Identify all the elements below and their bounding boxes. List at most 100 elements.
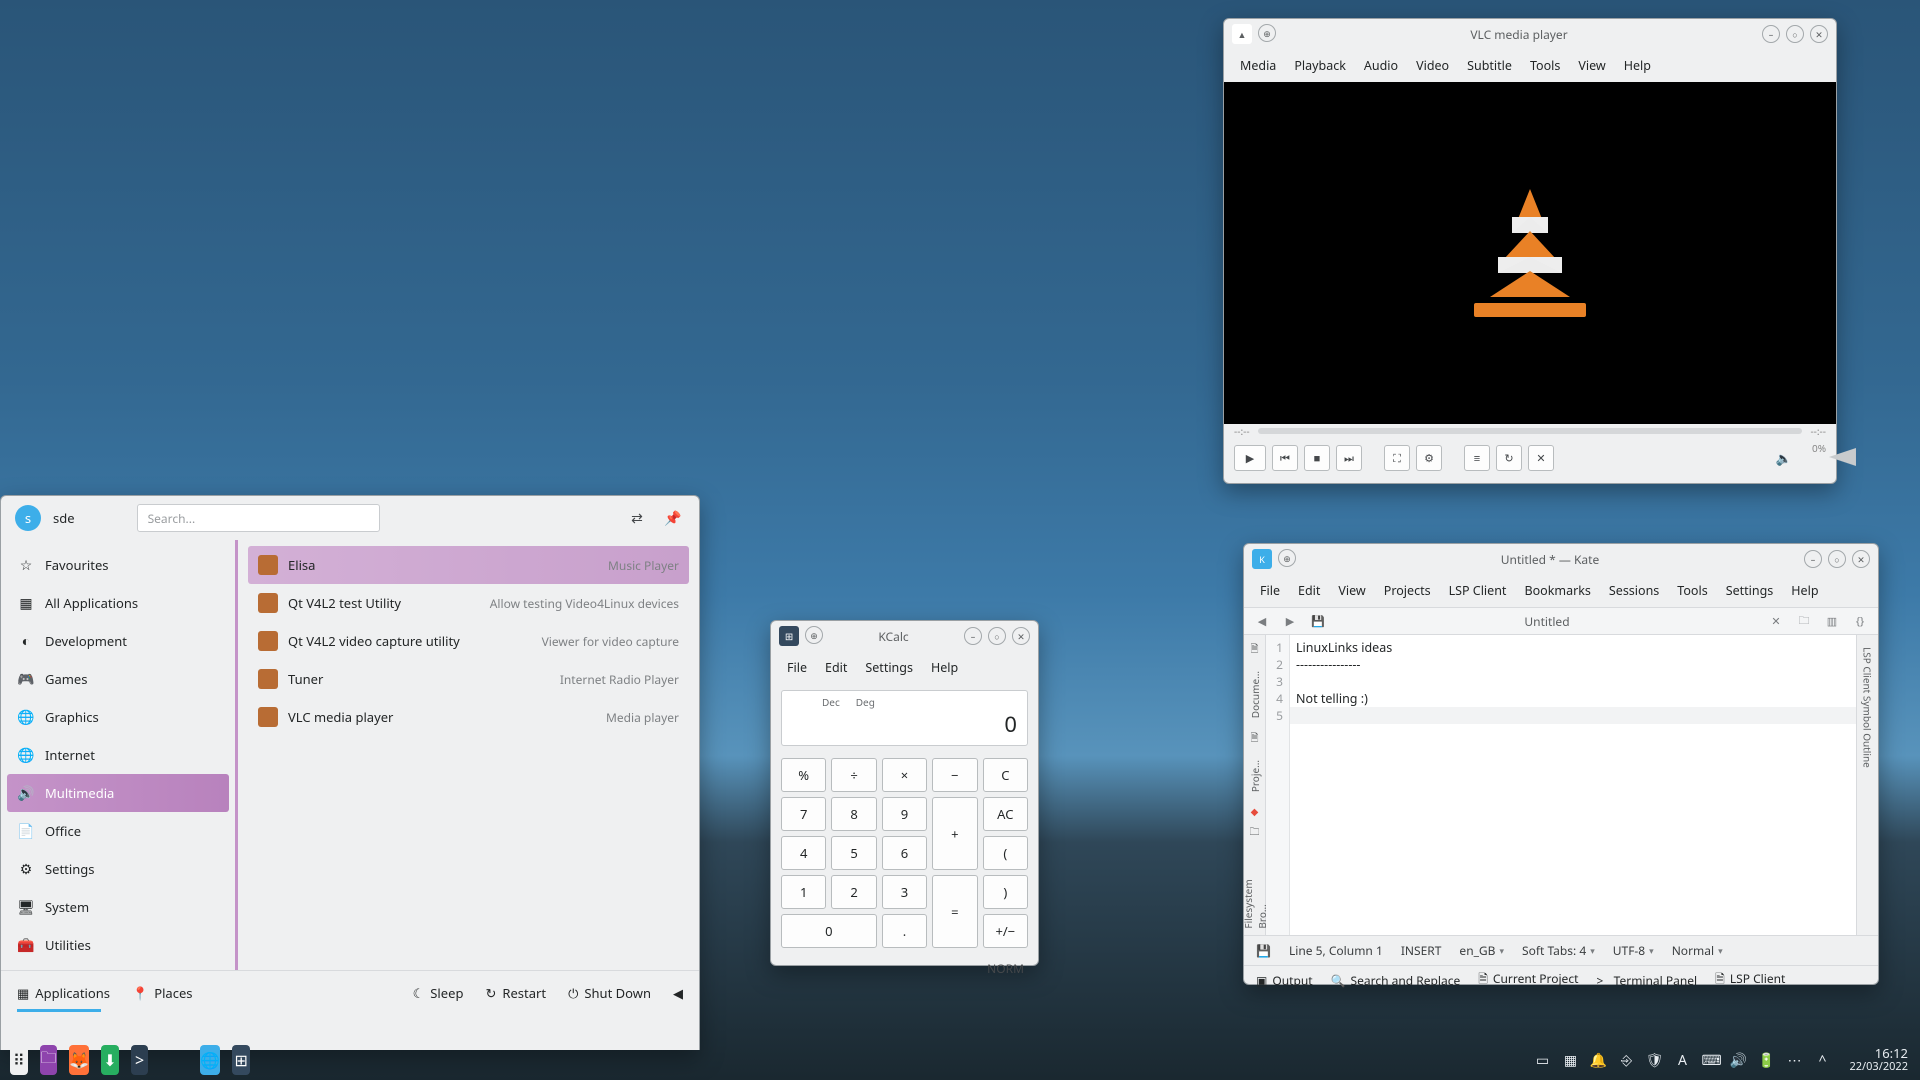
play-button[interactable]: ▶ (1234, 445, 1266, 471)
git-icon[interactable]: ◆ (1251, 804, 1259, 818)
playlist-button[interactable]: ≡ (1464, 445, 1490, 471)
menu-media[interactable]: Media (1232, 53, 1284, 78)
key-7[interactable]: 7 (781, 797, 826, 831)
key-×[interactable]: × (882, 758, 927, 792)
prev-button[interactable]: ⏮ (1272, 445, 1298, 471)
kate-titlebar[interactable]: K ⊕ Untitled * — Kate – ○ ✕ (1244, 544, 1878, 574)
menu-video[interactable]: Video (1408, 53, 1457, 78)
sidebar-lsp-outline[interactable]: LSP Client Symbol Outline (1861, 641, 1875, 774)
shuffle-button[interactable]: ✕ (1528, 445, 1554, 471)
pin-icon[interactable]: 📌 (661, 506, 685, 530)
minimize-button[interactable]: – (1804, 550, 1822, 568)
vlc-titlebar[interactable]: ▲ ⊕ VLC media player – ○ ✕ (1224, 19, 1836, 49)
tool-search-and-replace[interactable]: 🔍Search and Replace (1331, 972, 1461, 989)
sidebar-projects[interactable]: Proje… (1248, 754, 1262, 798)
menu-tools[interactable]: Tools (1669, 578, 1715, 603)
key-3[interactable]: 3 (882, 875, 927, 909)
tray-icon-3[interactable]: ⎆ (1617, 1051, 1635, 1070)
tool-output[interactable]: ▣Output (1256, 972, 1313, 989)
volume-slider[interactable] (1798, 446, 1856, 470)
app-tuner[interactable]: TunerInternet Radio Player (248, 660, 689, 698)
vlc-video-area[interactable] (1224, 82, 1836, 424)
menu-bookmarks[interactable]: Bookmarks (1516, 578, 1598, 603)
key-+[interactable]: + (932, 797, 977, 870)
menu-view[interactable]: View (1570, 53, 1613, 78)
menu-help[interactable]: Help (1616, 53, 1659, 78)
tab-title[interactable]: Untitled (1336, 613, 1758, 630)
category-development[interactable]: ◐Development (7, 622, 229, 660)
tray-icon-8[interactable]: 🔋 (1757, 1051, 1775, 1070)
menu-projects[interactable]: Projects (1376, 578, 1439, 603)
tray-icon-1[interactable]: ▦ (1561, 1051, 1579, 1070)
fs-icon[interactable]: 🗀 (1250, 824, 1260, 842)
taskbar-firefox[interactable]: 🦊 (69, 1045, 89, 1075)
save-icon[interactable]: 💾 (1308, 614, 1328, 629)
soft-tabs[interactable]: Soft Tabs: 4 ▾ (1522, 942, 1595, 959)
key-5[interactable]: 5 (831, 836, 876, 870)
power-restart[interactable]: ↻ Restart (485, 984, 546, 1002)
app-vlc-media-player[interactable]: VLC media playerMedia player (248, 698, 689, 736)
menu-audio[interactable]: Audio (1356, 53, 1406, 78)
tab-back-icon[interactable]: ◀ (1252, 614, 1272, 629)
key-AC[interactable]: AC (983, 797, 1028, 831)
menu-view[interactable]: View (1330, 578, 1373, 603)
category-settings[interactable]: ⚙Settings (7, 850, 229, 888)
clock[interactable]: 16:12 22/03/2022 (1849, 1046, 1908, 1074)
app-qt-v4l2-test-utility[interactable]: Qt V4L2 test UtilityAllow testing Video4… (248, 584, 689, 622)
config-icon[interactable]: ⇄ (625, 506, 649, 530)
key-÷[interactable]: ÷ (831, 758, 876, 792)
key-8[interactable]: 8 (831, 797, 876, 831)
sidebar-documents[interactable]: Docume… (1248, 665, 1262, 724)
language[interactable]: en_GB ▾ (1459, 942, 1504, 959)
key-−[interactable]: − (932, 758, 977, 792)
footer-applications[interactable]: ▦ Applications (17, 984, 110, 1002)
braces-icon[interactable]: {} (1850, 614, 1870, 629)
maximize-button[interactable]: ○ (1786, 25, 1804, 43)
power-shut-down[interactable]: ⏻ Shut Down (568, 984, 651, 1002)
key-C[interactable]: C (983, 758, 1028, 792)
minimize-button[interactable]: – (964, 627, 982, 645)
key-6[interactable]: 6 (882, 836, 927, 870)
encoding[interactable]: UTF-8 ▾ (1613, 942, 1654, 959)
category-internet[interactable]: 🌐Internet (7, 736, 229, 774)
menu-settings[interactable]: Settings (1718, 578, 1782, 603)
keep-above-icon[interactable]: ⊕ (1278, 549, 1296, 567)
save-icon[interactable]: 💾 (1256, 942, 1271, 959)
maximize-button[interactable]: ○ (988, 627, 1006, 645)
sidebar-filesystem[interactable]: Filesystem Bro… (1241, 848, 1269, 935)
settings-button[interactable]: ⚙ (1416, 445, 1442, 471)
tool-terminal-panel[interactable]: >_Terminal Panel (1596, 972, 1697, 989)
key-([interactable]: ( (983, 836, 1028, 870)
key-0[interactable]: 0 (781, 914, 877, 948)
category-system[interactable]: 🖥System (7, 888, 229, 926)
key-1[interactable]: 1 (781, 875, 826, 909)
close-button[interactable]: ✕ (1012, 627, 1030, 645)
tab-close-icon[interactable]: ✕ (1766, 614, 1786, 629)
key-%[interactable]: % (781, 758, 826, 792)
category-multimedia[interactable]: 🔊Multimedia (7, 774, 229, 812)
keep-above-icon[interactable]: ⊕ (805, 626, 823, 644)
close-button[interactable]: ✕ (1852, 550, 1870, 568)
category-favourites[interactable]: ☆Favourites (7, 546, 229, 584)
search-input[interactable]: Search... (137, 504, 380, 532)
insert-mode[interactable]: INSERT (1401, 942, 1442, 959)
taskbar-calc[interactable]: ⊞ (232, 1045, 250, 1075)
menu-help[interactable]: Help (923, 655, 966, 680)
menu-file[interactable]: File (1252, 578, 1288, 603)
key-)[interactable]: ) (983, 875, 1028, 909)
category-office[interactable]: 📄Office (7, 812, 229, 850)
key-.[interactable]: . (882, 914, 927, 948)
power-back[interactable]: ◀ (673, 984, 683, 1002)
category-graphics[interactable]: 🌐Graphics (7, 698, 229, 736)
key-9[interactable]: 9 (882, 797, 927, 831)
category-all-applications[interactable]: ▦All Applications (7, 584, 229, 622)
taskbar-downloads[interactable]: ⬇ (101, 1045, 119, 1075)
app-qt-v4l2-video-capture-utility[interactable]: Qt V4L2 video capture utilityViewer for … (248, 622, 689, 660)
documents-icon[interactable]: 🗎 (1250, 641, 1258, 659)
tray-icon-4[interactable]: 🛡 (1645, 1051, 1663, 1070)
tray-icon-6[interactable]: ⌨ (1701, 1051, 1719, 1070)
projects-icon[interactable]: 🗎 (1250, 730, 1258, 748)
loop-button[interactable]: ↻ (1496, 445, 1522, 471)
keep-above-icon[interactable]: ⊕ (1258, 24, 1276, 42)
tray-icon-2[interactable]: 🔔 (1589, 1051, 1607, 1070)
